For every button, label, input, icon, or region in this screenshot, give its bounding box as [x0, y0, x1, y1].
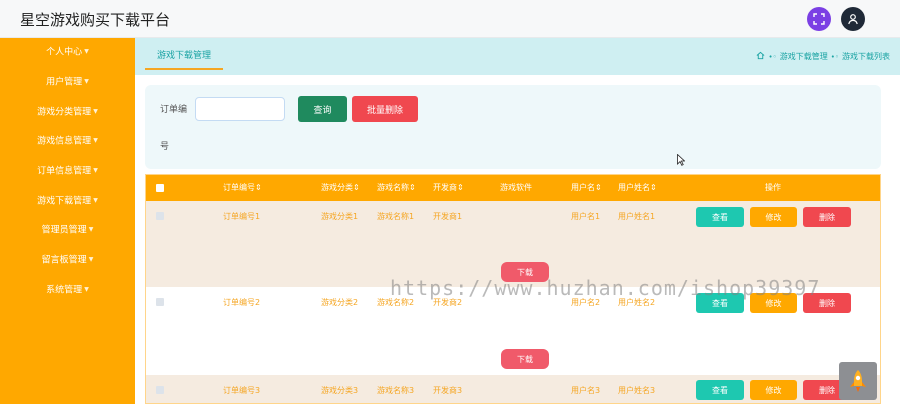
breadcrumb: •◦ 游戏下载管理 •◦ 游戏下载列表: [756, 51, 890, 62]
home-icon[interactable]: [756, 51, 765, 62]
column-header-username[interactable]: 用户名⇕: [571, 182, 602, 193]
download-button[interactable]: 下载: [501, 349, 549, 369]
order-no-label-wrap: 号: [160, 142, 170, 152]
column-header-software: 游戏软件: [500, 183, 532, 192]
cell-developer: 开发商1: [433, 212, 463, 221]
view-button[interactable]: 查看: [696, 207, 744, 227]
chevron-down-icon: ▼: [84, 286, 89, 293]
cell-username: 用户名1: [571, 212, 601, 221]
sidebar-item-message-board[interactable]: 留言板管理 ▼: [0, 250, 135, 270]
back-to-top-rocket-icon[interactable]: [839, 362, 877, 400]
column-header-name[interactable]: 游戏名称⇕: [377, 182, 416, 193]
search-card: 订单编 号 查询 批量删除: [145, 85, 881, 169]
chevron-down-icon: ▼: [88, 256, 94, 263]
edit-button[interactable]: 修改: [750, 380, 797, 400]
top-bar: 星空游戏购买下载平台: [0, 0, 900, 38]
sidebar-item-orders[interactable]: 订单信息管理 ▼: [0, 161, 135, 181]
cell-order-no: 订单编号3: [223, 386, 261, 395]
chevron-down-icon: ▼: [93, 197, 98, 204]
cell-realname: 用户姓名1: [618, 212, 656, 221]
sidebar: 个人中心 ▼ 用户管理 ▼ 游戏分类管理 ▼ 游戏信息管理 ▼ 订单信息管理 ▼ 游戏下载…: [0, 38, 135, 404]
cell-realname: 用户姓名3: [618, 386, 656, 395]
chevron-down-icon: ▼: [88, 226, 94, 233]
sidebar-item-label: 游戏分类管理: [37, 107, 92, 118]
sidebar-item-label: 游戏下载管理: [37, 196, 92, 207]
chevron-down-icon: ▼: [84, 48, 89, 55]
user-icon[interactable]: [841, 7, 865, 31]
edit-button[interactable]: 修改: [750, 207, 797, 227]
sidebar-item-label: 游戏信息管理: [37, 136, 92, 147]
sidebar-item-label: 管理员管理: [41, 225, 87, 236]
sidebar-item-label: 用户管理: [46, 77, 83, 88]
sidebar-item-admins[interactable]: 管理员管理 ▼: [0, 220, 135, 240]
sidebar-item-users[interactable]: 用户管理 ▼: [0, 72, 135, 92]
expand-icon[interactable]: [807, 7, 831, 31]
delete-button[interactable]: 删除: [803, 207, 851, 227]
cell-category: 游戏分类3: [321, 386, 359, 395]
breadcrumb-item[interactable]: 游戏下载管理: [780, 51, 828, 62]
cell-developer: 开发商3: [433, 386, 463, 395]
table-row: 订单编号3 游戏分类3 游戏名称3 开发商3 用户名3 用户姓名3 查看 修改 …: [146, 375, 880, 403]
row-checkbox[interactable]: [156, 386, 164, 394]
cell-order-no: 订单编号2: [223, 298, 261, 307]
cell-category: 游戏分类1: [321, 212, 359, 221]
tab-game-downloads[interactable]: 游戏下载管理: [145, 46, 223, 70]
sidebar-item-system[interactable]: 系统管理 ▼: [0, 280, 135, 300]
sidebar-item-label: 订单信息管理: [37, 166, 92, 177]
cell-name: 游戏名称1: [377, 212, 415, 221]
column-header-order-no[interactable]: 订单编号⇕: [223, 182, 262, 193]
watermark: https://www.huzhan.com/ishop39397: [390, 276, 821, 300]
order-no-input[interactable]: [195, 97, 285, 121]
column-header-realname[interactable]: 用户姓名⇕: [618, 182, 657, 193]
chevron-down-icon: ▼: [93, 108, 98, 115]
query-button[interactable]: 查询: [298, 96, 347, 122]
breadcrumb-separator-icon: •◦: [830, 52, 839, 61]
select-all-checkbox[interactable]: [156, 184, 164, 192]
order-no-label: 订单编: [160, 105, 188, 115]
breadcrumb-separator-icon: •◦: [768, 52, 777, 61]
chevron-down-icon: ▼: [93, 167, 98, 174]
breadcrumb-item-current: 游戏下载列表: [842, 52, 890, 61]
tab-bar: 游戏下载管理 •◦ 游戏下载管理 •◦ 游戏下载列表: [135, 38, 900, 75]
view-button[interactable]: 查看: [696, 380, 744, 400]
cell-name: 游戏名称3: [377, 386, 415, 395]
row-checkbox[interactable]: [156, 298, 164, 306]
column-header-developer[interactable]: 开发商⇕: [433, 182, 464, 193]
sidebar-item-game-categories[interactable]: 游戏分类管理 ▼: [0, 102, 135, 122]
column-header-actions: 操作: [765, 183, 781, 192]
sidebar-item-label: 个人中心: [46, 47, 83, 58]
cell-category: 游戏分类2: [321, 298, 359, 307]
sidebar-item-game-downloads[interactable]: 游戏下载管理 ▼: [0, 191, 135, 211]
app-title: 星空游戏购买下载平台: [20, 11, 171, 29]
table-header: 订单编号⇕ 游戏分类⇕ 游戏名称⇕ 开发商⇕ 游戏软件 用户名⇕ 用户姓名⇕ 操…: [146, 175, 880, 201]
main-content: 游戏下载管理 •◦ 游戏下载管理 •◦ 游戏下载列表 订单编 号 查询 批量删除…: [135, 38, 900, 404]
row-checkbox[interactable]: [156, 212, 164, 220]
chevron-down-icon: ▼: [93, 137, 98, 144]
cell-username: 用户名3: [571, 386, 601, 395]
chevron-down-icon: ▼: [84, 78, 89, 85]
batch-delete-button[interactable]: 批量删除: [352, 96, 418, 122]
sidebar-item-label: 系统管理: [46, 285, 83, 296]
mouse-cursor-icon: [677, 154, 685, 166]
cell-order-no: 订单编号1: [223, 212, 261, 221]
table-row: 订单编号2 游戏分类2 游戏名称2 开发商2 用户名2 用户姓名2 查看 修改 …: [146, 287, 880, 375]
sidebar-item-label: 留言板管理: [41, 255, 87, 266]
column-header-category[interactable]: 游戏分类⇕: [321, 182, 360, 193]
sidebar-item-personal-center[interactable]: 个人中心 ▼: [0, 42, 135, 62]
table-row: 订单编号1 游戏分类1 游戏名称1 开发商1 用户名1 用户姓名1 查看 修改 …: [146, 201, 880, 287]
sidebar-item-game-info[interactable]: 游戏信息管理 ▼: [0, 131, 135, 151]
